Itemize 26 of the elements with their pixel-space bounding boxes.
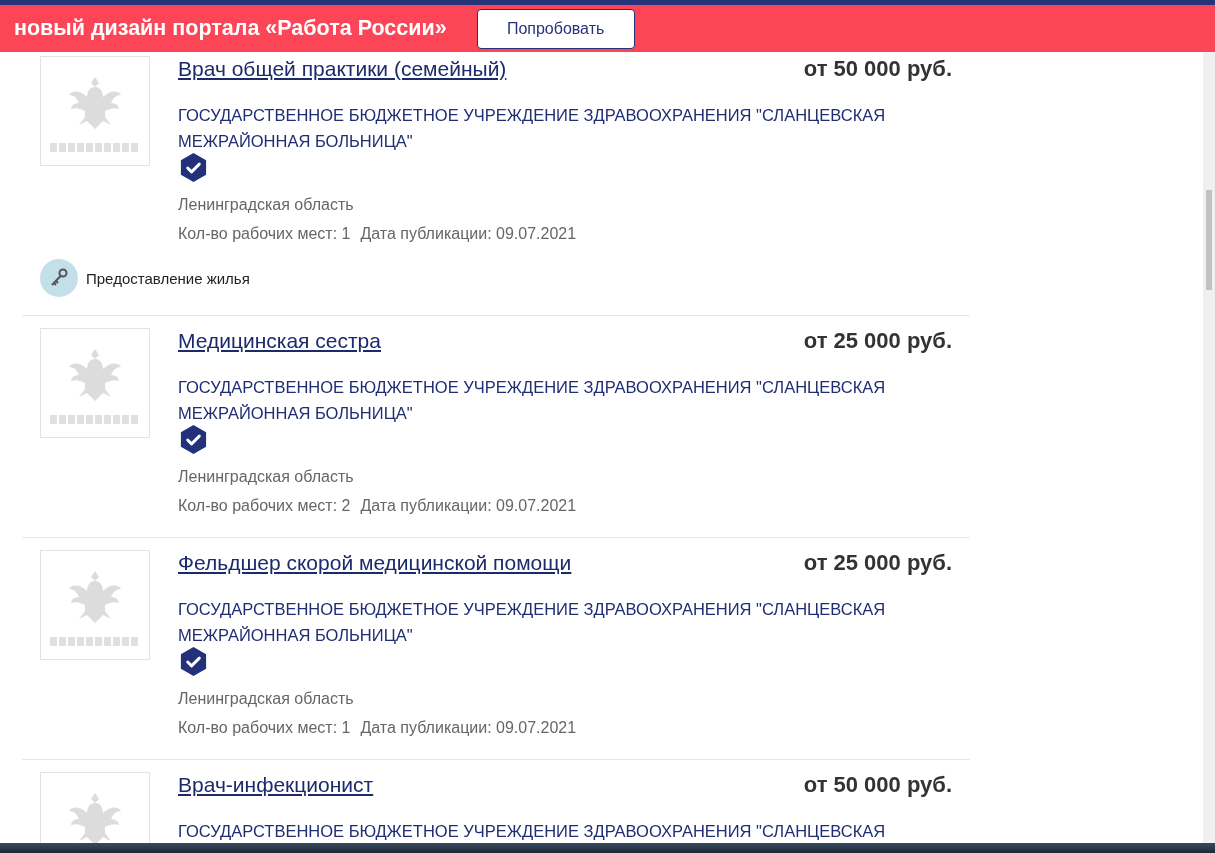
employer-name: ГОСУДАРСТВЕННОЕ БЮДЖЕТНОЕ УЧРЕЖДЕНИЕ ЗДРАВООХРАНЕНИЯ "СЛАНЦЕВСКАЯ МЕЖРАЙОННАЯ БОЛЬНИЦА"	[178, 105, 887, 152]
vacancy-title-link[interactable]: Врач общей практики (семейный)	[178, 57, 507, 81]
vacancy-title-link[interactable]: Медицинская сестра	[178, 329, 381, 353]
salary: от 50 000 руб.	[803, 772, 952, 798]
workplaces-count: Кол-во рабочих мест: 2	[178, 497, 351, 515]
salary: от 25 000 руб.	[803, 328, 952, 354]
region-text: Ленинградская область	[178, 468, 355, 486]
vacancy-title-link[interactable]: Врач-инфекционист	[178, 773, 374, 797]
workplaces-count: Кол-во рабочих мест: 1	[178, 225, 351, 243]
feature-label: Предоставление жилья	[86, 269, 250, 287]
try-button[interactable]: Попробовать	[476, 8, 635, 49]
employer-name: ГОСУДАРСТВЕННОЕ БЮДЖЕТНОЕ УЧРЕЖДЕНИЕ ЗДРАВООХРАНЕНИЯ "СЛАНЦЕВСКАЯ	[178, 821, 887, 842]
region-text: Ленинградская область	[178, 196, 355, 214]
banner-text: новый дизайн портала «Работа России»	[14, 16, 447, 41]
region-text: Ленинградская область	[178, 690, 355, 708]
workplaces-count: Кол-во рабочих мест: 1	[178, 719, 351, 737]
key-icon	[40, 259, 78, 297]
publication-date: Дата публикации: 09.07.2021	[360, 497, 577, 515]
salary: от 25 000 руб.	[803, 550, 952, 576]
publication-date: Дата публикации: 09.07.2021	[360, 719, 577, 737]
employer-name: ГОСУДАРСТВЕННОЕ БЮДЖЕТНОЕ УЧРЕЖДЕНИЕ ЗДРАВООХРАНЕНИЯ "СЛАНЦЕВСКАЯ МЕЖРАЙОННАЯ БОЛЬНИЦА"	[178, 377, 887, 424]
employer-name: ГОСУДАРСТВЕННОЕ БЮДЖЕТНОЕ УЧРЕЖДЕНИЕ ЗДРАВООХРАНЕНИЯ "СЛАНЦЕВСКАЯ МЕЖРАЙОННАЯ БОЛЬНИЦА"	[178, 599, 887, 646]
salary: от 50 000 руб.	[803, 56, 952, 82]
scrollbar[interactable]	[1203, 52, 1215, 843]
publication-date: Дата публикации: 09.07.2021	[360, 225, 577, 243]
vacancy-title-link[interactable]: Фельдшер скорой медицинской помощи	[178, 551, 572, 575]
